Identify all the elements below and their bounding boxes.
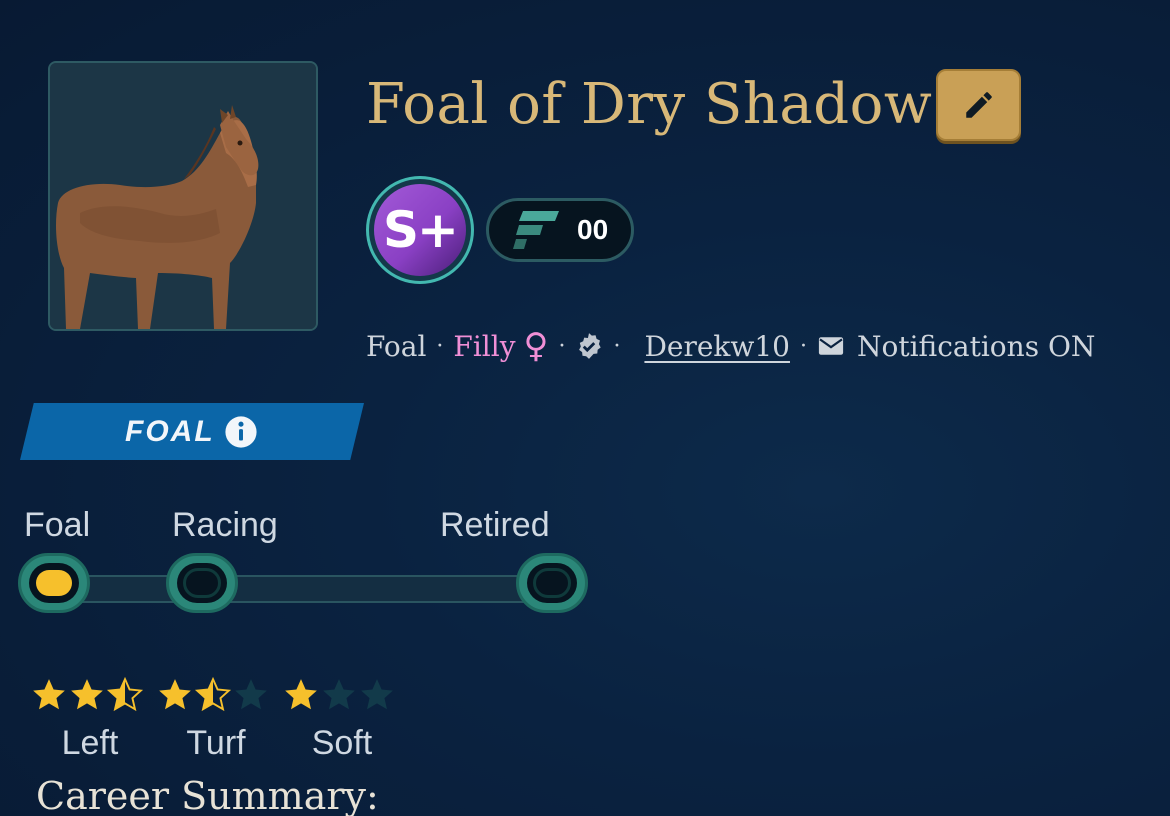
step-node-racing	[166, 553, 238, 613]
horse-name: Foal of Dry Shadow	[366, 72, 933, 137]
rating-stars	[156, 676, 276, 714]
rating-label: Soft	[311, 724, 373, 762]
class-badge-label: S+	[374, 184, 466, 276]
star-icon	[71, 679, 103, 710]
edit-name-button[interactable]	[936, 69, 1021, 141]
verified-badge-icon	[579, 333, 602, 359]
stage-tag-label: FOAL	[125, 415, 215, 448]
horse-portrait	[48, 61, 318, 331]
f-token-icon	[513, 211, 559, 249]
age-stage-text: Foal	[366, 329, 427, 363]
rating-stars	[30, 676, 150, 714]
star-icon	[285, 679, 317, 710]
stage-tag: FOAL	[20, 403, 364, 460]
progress-track	[60, 575, 550, 603]
f-token-count: 00	[577, 214, 609, 245]
career-summary-heading: Career Summary:	[36, 774, 379, 816]
info-icon[interactable]	[224, 415, 258, 449]
rating-left: Left	[30, 676, 150, 763]
star-icon	[33, 679, 65, 710]
separator-dot: ·	[558, 333, 566, 359]
class-badge: S+	[366, 176, 474, 284]
rating-label: Turf	[186, 724, 246, 762]
star-icon	[159, 679, 191, 710]
pencil-icon	[965, 92, 992, 118]
separator-dot: ·	[799, 333, 807, 359]
horse-meta-line: Foal · Filly ♀ · · Derekw10 · Notificati…	[366, 322, 1095, 370]
female-icon: ♀	[523, 326, 549, 366]
rating-label: Left	[61, 724, 119, 762]
notifications-status[interactable]: Notifications ON	[857, 330, 1095, 363]
step-node-retired	[516, 553, 588, 613]
star-icon	[194, 676, 232, 712]
rating-stars	[282, 676, 402, 714]
foal-image	[50, 63, 316, 329]
active-step-indicator	[36, 570, 72, 596]
owner-link[interactable]: Derekw10	[644, 330, 790, 363]
f-token-pill: 00	[486, 198, 634, 262]
step-node-foal	[18, 553, 90, 613]
separator-dot: ·	[613, 333, 621, 359]
envelope-icon	[818, 337, 844, 355]
gender-text: Filly	[453, 329, 516, 363]
step-label-foal: Foal	[24, 506, 91, 544]
rating-soft: Soft	[282, 676, 402, 763]
step-label-retired: Retired	[440, 506, 550, 544]
star-icon	[323, 679, 355, 710]
rating-turf: Turf	[156, 676, 276, 763]
star-icon	[361, 679, 393, 710]
step-label-racing: Racing	[172, 506, 278, 544]
star-icon	[106, 676, 144, 712]
star-icon	[235, 679, 267, 710]
separator-dot: ·	[436, 333, 444, 359]
